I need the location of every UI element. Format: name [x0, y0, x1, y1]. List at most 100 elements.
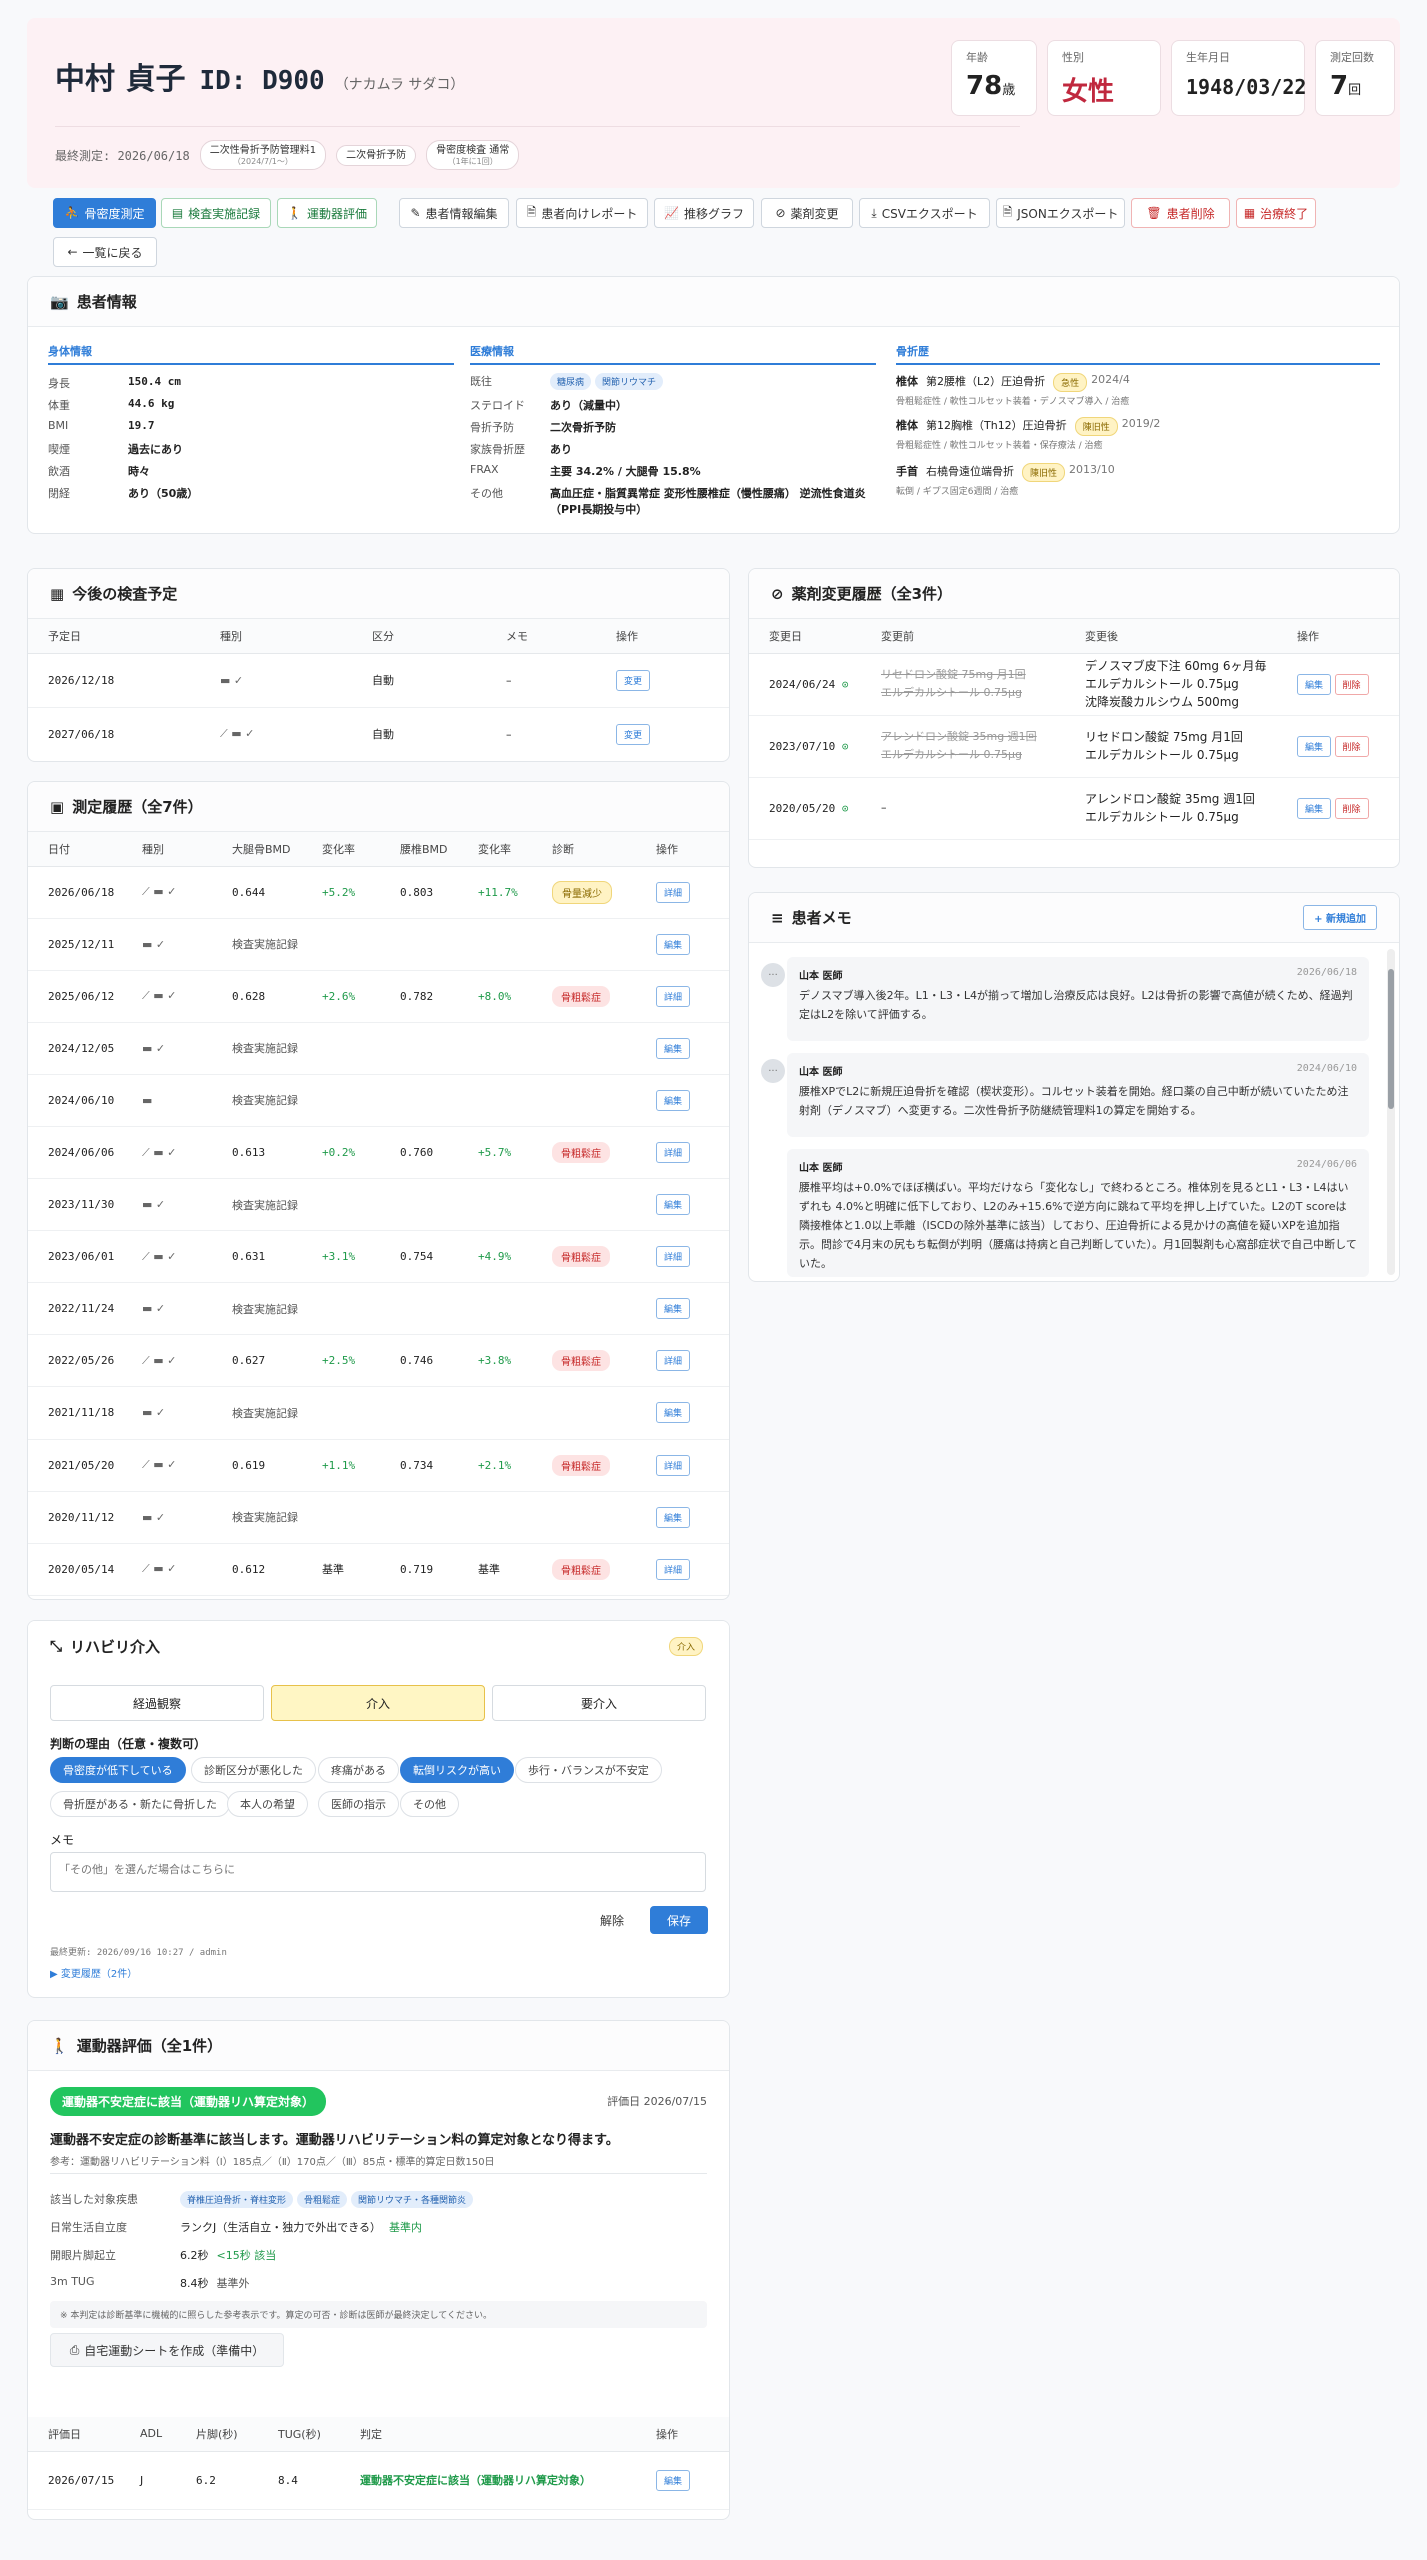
- pill-wish[interactable]: 本人の希望: [227, 1791, 308, 1817]
- table-row: 2023/07/10 ⊙ アレンドロン酸錠 35mg 週1回 エルデカルシトール 0…: [749, 715, 1399, 778]
- edit-button[interactable]: 編集: [656, 1506, 691, 1528]
- patient-header: 中村 貞子 ID: D900 （ナカムラ サダコ） 最終測定: 2026/06/18…: [27, 18, 1400, 188]
- seg-intervene[interactable]: 介入: [271, 1685, 485, 1721]
- edit-button[interactable]: 編集: [1297, 735, 1332, 757]
- add-memo-button[interactable]: + 新規追加: [1303, 905, 1377, 930]
- change-button[interactable]: 変更: [616, 723, 651, 745]
- kv-adl: 日常生活自立度 ランクJ（生活自立・独力で外出できる） 基準内: [50, 2221, 423, 2234]
- check-icon: ⊙: [841, 677, 849, 691]
- csv-export-button[interactable]: ⤓ CSVエクスポート: [859, 198, 990, 228]
- pill-pain[interactable]: 疼痛がある: [318, 1757, 399, 1783]
- edit-button[interactable]: 編集: [656, 933, 691, 955]
- table-row: 2026/12/18 ▬ ✓ 自動 – 変更: [28, 653, 729, 708]
- tag-bmd-exam: 骨密度検査 通常 （1年に1回）: [426, 140, 520, 170]
- kv-history: 既往 糖尿病 関節リウマチ: [470, 373, 667, 390]
- detail-button[interactable]: 詳細: [656, 1142, 691, 1164]
- table-row: 2023/11/30 ▬ ✓ 検査実施記録 編集: [28, 1178, 729, 1232]
- walk-icon: 🚶: [287, 206, 302, 220]
- motor-note: ※ 本判定は診断基準に機械的に照らした参考表示です。算定の可否・診断は医師が最終…: [50, 2301, 707, 2328]
- pill-dx-worse[interactable]: 診断区分が悪化した: [191, 1757, 316, 1783]
- table-row: 2027/06/18 ⟋ ▬ ✓ 自動 – 変更: [28, 707, 729, 761]
- detail-button[interactable]: 詳細: [656, 1246, 691, 1268]
- table-row: 2024/06/10 ▬ 検査実施記録 編集: [28, 1074, 729, 1127]
- edit-button[interactable]: 編集: [1297, 673, 1332, 695]
- table-row: 2020/11/12 ▬ ✓ 検査実施記録 編集: [28, 1491, 729, 1544]
- tag-management: 二次性骨折予防管理料1 （2024/7/1〜）: [199, 140, 327, 170]
- body-info-title: 身体情報: [48, 343, 454, 365]
- kv-one-leg: 開眼片脚起立 6.2秒 <15秒 該当: [50, 2249, 277, 2262]
- table-row: 2020/05/20 ⊙ – アレンドロン酸錠 35mg 週1回 エルデカルシトール …: [749, 777, 1399, 840]
- scrollbar[interactable]: [1387, 949, 1395, 1275]
- diagnosis-badge: 骨粗鬆症: [552, 1454, 610, 1476]
- exam-record-button[interactable]: ▤ 検査実施記録: [161, 198, 271, 228]
- pill-fx-history[interactable]: 骨折歴がある・新たに骨折した: [50, 1791, 230, 1817]
- bmd-measure-button[interactable]: ⛹ 骨密度測定: [53, 198, 156, 228]
- edit-button[interactable]: 編集: [656, 1194, 691, 1216]
- stat-count: 測定回数 7回: [1315, 40, 1395, 116]
- file-icon: 🗎: [1002, 204, 1013, 219]
- pill-gait[interactable]: 歩行・バランスが不安定: [515, 1757, 662, 1783]
- stat-sex: 性別 女性: [1047, 40, 1161, 116]
- fracture-history-title: 骨折歴: [896, 343, 1380, 365]
- detail-button[interactable]: 詳細: [656, 1350, 691, 1372]
- detail-button[interactable]: 詳細: [656, 1558, 691, 1580]
- seg-observe[interactable]: 経過観察: [50, 1685, 264, 1721]
- patient-report-button[interactable]: 🗎 患者向けレポート: [516, 198, 648, 228]
- kv-drinking: 飲酒 時々: [48, 465, 150, 478]
- trash-icon: 🗑: [1146, 206, 1162, 220]
- edit-patient-button[interactable]: ✎ 患者情報編集: [399, 198, 509, 228]
- edit-button[interactable]: 編集: [1297, 797, 1332, 819]
- detail-button[interactable]: 詳細: [656, 881, 691, 903]
- camera-icon: 📷: [50, 292, 69, 311]
- download-icon: ⤓: [871, 205, 877, 220]
- table-row: 2026/06/18 ⟋ ▬ ✓ 0.644 +5.2% 0.803 +11.7% 骨量減少…: [28, 866, 729, 919]
- pill-doctor[interactable]: 医師の指示: [318, 1791, 399, 1817]
- resize-icon: ⤡: [50, 1637, 63, 1655]
- delete-button[interactable]: 削除: [1334, 735, 1369, 757]
- print-sheet-button[interactable]: ⎙ 自宅運動シートを作成（準備中）: [50, 2333, 284, 2367]
- patient-kana: （ナカムラ サダコ）: [334, 77, 465, 93]
- save-button[interactable]: 保存: [650, 1906, 708, 1934]
- pill-other[interactable]: その他: [400, 1791, 459, 1817]
- table-row: 2021/11/18 ▬ ✓ 検査実施記録 編集: [28, 1386, 729, 1440]
- table-row: 2020/05/14 ⟋ ▬ ✓ 0.612 基準 0.719 基準 骨粗鬆症 詳細: [28, 1543, 729, 1596]
- change-history-link[interactable]: ▶ 変更履歴（2件）: [50, 1965, 137, 1980]
- json-export-button[interactable]: 🗎 JSONエクスポート: [996, 198, 1125, 228]
- edit-button[interactable]: 編集: [656, 1037, 691, 1059]
- table-row: 2024/06/24 ⊙ リセドロン酸錠 75mg 月1回 エルデカルシトール 0.…: [749, 653, 1399, 716]
- delete-button[interactable]: 削除: [1334, 797, 1369, 819]
- pill-icon: ⊘: [771, 584, 784, 603]
- edit-button[interactable]: 編集: [656, 1298, 691, 1320]
- check-icon: ⊙: [841, 739, 849, 753]
- kv-menopause: 閉経 あり（50歳）: [48, 487, 199, 500]
- trend-graph-button[interactable]: 📈 推移グラフ: [654, 198, 754, 228]
- kv-frax: FRAX 主要 34.2% / 大腿骨 15.8%: [470, 463, 701, 478]
- edit-button[interactable]: 編集: [656, 2469, 691, 2491]
- delete-patient-button[interactable]: 🗑 患者削除: [1131, 198, 1230, 228]
- med-change-button[interactable]: ⊘ 薬剤変更: [761, 198, 853, 228]
- change-button[interactable]: 変更: [616, 669, 651, 691]
- patient-name: 中村 貞子 ID: D900 （ナカムラ サダコ）: [55, 62, 465, 97]
- fracture-sub: 骨粗鬆症性 / 軟性コルセット装着・保存療法 / 治癒: [896, 441, 1103, 451]
- memo-icon: ≡: [771, 908, 784, 927]
- back-to-list-button[interactable]: ← 一覧に戻る: [53, 237, 157, 267]
- rehab-memo-input[interactable]: [50, 1852, 706, 1892]
- table-row: 2021/05/20 ⟋ ▬ ✓ 0.619 +1.1% 0.734 +2.1% 骨粗鬆症詳…: [28, 1439, 729, 1492]
- clear-button[interactable]: 解除: [584, 1906, 640, 1934]
- kv-bmi: BMI 19.7: [48, 419, 155, 432]
- edit-button[interactable]: 編集: [656, 1402, 691, 1424]
- edit-button[interactable]: 編集: [656, 1089, 691, 1111]
- fracture-item: 手首 右橈骨遠位端骨折 陳旧性 2013/10: [896, 463, 1115, 482]
- pill-fall-risk[interactable]: 転倒リスクが高い: [400, 1757, 514, 1783]
- end-treatment-button[interactable]: ▦ 治療終了: [1236, 198, 1316, 228]
- detail-button[interactable]: 詳細: [656, 985, 691, 1007]
- motor-eval-card: 🚶 運動器評価（全1件） 運動器不安定症に該当（運動器リハ算定対象） 評価日 20…: [27, 2020, 730, 2520]
- med-history-card: ⊘ 薬剤変更履歴（全3件） 変更日 変更前 変更後 操作 2024/06/24 ⊙ リセド…: [748, 568, 1400, 868]
- diagnosis-badge: 骨粗鬆症: [552, 1246, 610, 1268]
- detail-button[interactable]: 詳細: [656, 1454, 691, 1476]
- seg-need-intervene[interactable]: 要介入: [492, 1685, 706, 1721]
- fracture-sub: 転倒 / ギプス固定6週間 / 治癒: [896, 487, 1019, 497]
- motor-eval-button[interactable]: 🚶 運動器評価: [277, 198, 377, 228]
- pill-bmd-down[interactable]: 骨密度が低下している: [50, 1757, 186, 1783]
- delete-button[interactable]: 削除: [1334, 673, 1369, 695]
